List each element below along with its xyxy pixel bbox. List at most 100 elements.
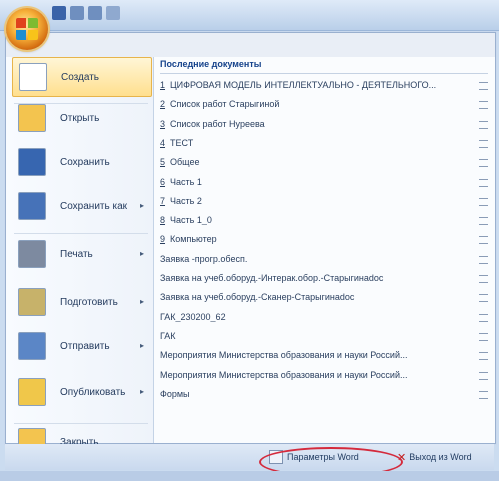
menu-item-1[interactable]: Открыть xyxy=(12,99,150,137)
pin-icon[interactable] xyxy=(479,82,488,90)
recent-document-number: 7 xyxy=(160,195,166,206)
recent-document-name: Мероприятия Министерства образования и н… xyxy=(160,369,408,380)
recent-document-name: Заявка на учеб.оборуд.-Интерак.обор.-Ста… xyxy=(160,273,384,283)
recent-document-item[interactable]: Заявка на учеб.оборуд.-Сканер-Старыгинаd… xyxy=(154,290,495,306)
recent-document-name: Заявка на учеб.оборуд.-Сканер-Старыгинаd… xyxy=(160,292,355,303)
menu-item-3[interactable]: Сохранить как ▸ xyxy=(12,187,150,225)
recent-document-item[interactable]: 3 Список работ Нуреева xyxy=(154,117,495,133)
pin-icon[interactable] xyxy=(479,390,488,399)
menu-item-2[interactable]: Сохранить xyxy=(12,143,150,181)
submenu-arrow-icon: ▸ xyxy=(139,341,144,350)
window-bottom-strip xyxy=(0,471,499,481)
office-button[interactable] xyxy=(6,8,48,50)
menu-item-label: Сохранить xyxy=(60,156,110,168)
recent-document-item[interactable]: ГАК_230200_62 xyxy=(154,310,495,326)
recent-document-number: 6 xyxy=(160,176,166,187)
recent-document-item[interactable]: Формы xyxy=(154,387,495,403)
save-disk-icon xyxy=(18,148,46,176)
quick-access-toolbar xyxy=(52,6,120,20)
menu-item-label: Опубликовать xyxy=(60,386,126,398)
menu-commands: Создать Открыть Сохранить Сохранить как ▸ Печ… xyxy=(6,57,154,456)
recent-document-label: 7 Часть 2 xyxy=(160,196,460,206)
recent-document-item[interactable]: Заявка на учеб.оборуд.-Интерак.обор.-Ста… xyxy=(154,271,495,287)
recent-document-label: 3 Список работ Нуреева xyxy=(160,119,460,129)
pin-icon[interactable] xyxy=(479,101,488,110)
pin-icon[interactable] xyxy=(479,275,488,283)
menu-footer: Параметры Word ✕ Выход из Word xyxy=(5,444,494,470)
recent-document-item[interactable]: Мероприятия Министерства образования и н… xyxy=(154,348,495,364)
recent-documents-panel: Последние документы 1 ЦИФРОВАЯ МОДЕЛЬ ИНТ… xyxy=(154,57,495,443)
recent-document-name: Список работ Старыгиной xyxy=(170,99,280,110)
pin-icon[interactable] xyxy=(479,178,488,187)
pin-icon[interactable] xyxy=(479,197,488,206)
recent-document-name: Общее xyxy=(170,157,200,168)
recent-document-name: Часть 2 xyxy=(170,195,202,206)
recent-document-label: 4 ТЕСТ xyxy=(160,138,460,148)
recent-document-item[interactable]: 5 Общее xyxy=(154,155,495,171)
divider xyxy=(160,73,488,74)
redo-icon[interactable] xyxy=(88,6,102,20)
recent-document-item[interactable]: 8 Часть 1_0 xyxy=(154,213,495,229)
print-preview-icon[interactable] xyxy=(106,6,120,20)
recent-document-name: ТЕСТ xyxy=(170,137,194,148)
recent-document-item[interactable]: 2 Список работ Старыгиной xyxy=(154,97,495,113)
title-bar xyxy=(0,0,499,31)
pin-icon[interactable] xyxy=(479,371,488,380)
menu-item-label: Отправить xyxy=(60,340,110,352)
menu-item-label: Подготовить xyxy=(60,296,118,308)
pin-icon[interactable] xyxy=(479,294,488,303)
menu-item-5[interactable]: Подготовить ▸ xyxy=(12,283,150,321)
publish-icon xyxy=(18,378,46,406)
exit-word-button[interactable]: ✕ Выход из Word xyxy=(397,449,472,465)
recent-document-name: Часть 1_0 xyxy=(170,215,212,226)
recent-document-label: 1 ЦИФРОВАЯ МОДЕЛЬ ИНТЕЛЛЕКТУАЛЬНО - ДЕЯТЕ… xyxy=(160,80,460,90)
save-icon[interactable] xyxy=(52,6,66,20)
pin-icon[interactable] xyxy=(479,217,488,226)
recent-document-item[interactable]: Заявка -прогр.обесп. xyxy=(154,252,495,268)
recent-document-name: Часть 1 xyxy=(170,176,202,187)
menu-item-label: Создать xyxy=(61,71,100,83)
recent-document-label: Мероприятия Министерства образования и н… xyxy=(160,370,460,380)
recent-documents-title: Последние документы xyxy=(160,59,262,69)
recent-document-name: Формы xyxy=(160,388,190,399)
divider xyxy=(14,423,148,424)
pin-icon[interactable] xyxy=(479,255,488,264)
recent-document-item[interactable]: 7 Часть 2 xyxy=(154,194,495,210)
prepare-icon xyxy=(18,288,46,316)
pin-icon[interactable] xyxy=(479,332,488,341)
pin-icon[interactable] xyxy=(479,159,488,168)
recent-document-name: Заявка -прогр.обесп. xyxy=(160,253,248,264)
pin-icon[interactable] xyxy=(479,236,488,245)
recent-document-label: 6 Часть 1 xyxy=(160,177,460,187)
recent-document-label: Формы xyxy=(160,389,460,399)
pin-icon[interactable] xyxy=(479,313,488,322)
undo-icon[interactable] xyxy=(70,6,84,20)
recent-document-label: 8 Часть 1_0 xyxy=(160,215,460,225)
recent-document-number: 8 xyxy=(160,215,166,226)
submenu-arrow-icon: ▸ xyxy=(139,387,144,396)
menu-item-0[interactable]: Создать xyxy=(12,57,152,97)
menu-item-label: Сохранить как xyxy=(60,200,128,212)
pin-icon[interactable] xyxy=(479,120,488,129)
submenu-arrow-icon: ▸ xyxy=(139,201,144,210)
recent-document-item[interactable]: 1 ЦИФРОВАЯ МОДЕЛЬ ИНТЕЛЛЕКТУАЛЬНО - ДЕЯТЕ… xyxy=(154,78,495,94)
submenu-arrow-icon: ▸ xyxy=(139,249,144,258)
recent-document-item[interactable]: 6 Часть 1 xyxy=(154,175,495,191)
recent-document-item[interactable]: ГАК xyxy=(154,329,495,345)
save-as-icon xyxy=(18,192,46,220)
pin-icon[interactable] xyxy=(479,352,488,361)
recent-document-item[interactable]: 9 Компьютер xyxy=(154,232,495,248)
recent-document-number: 9 xyxy=(160,234,166,245)
recent-document-label: 2 Список работ Старыгиной xyxy=(160,99,460,109)
recent-document-number: 1 xyxy=(160,80,166,90)
recent-document-number: 3 xyxy=(160,118,166,129)
recent-document-item[interactable]: Мероприятия Министерства образования и н… xyxy=(154,368,495,384)
recent-document-name: Список работ Нуреева xyxy=(170,118,265,129)
menu-item-4[interactable]: Печать ▸ xyxy=(12,235,150,273)
menu-item-7[interactable]: Опубликовать ▸ xyxy=(12,373,150,411)
recent-document-item[interactable]: 4 ТЕСТ xyxy=(154,136,495,152)
recent-document-label: Заявка -прогр.обесп. xyxy=(160,254,460,264)
pin-icon[interactable] xyxy=(479,139,488,148)
menu-item-6[interactable]: Отправить ▸ xyxy=(12,327,150,365)
recent-document-label: 5 Общее xyxy=(160,157,460,167)
